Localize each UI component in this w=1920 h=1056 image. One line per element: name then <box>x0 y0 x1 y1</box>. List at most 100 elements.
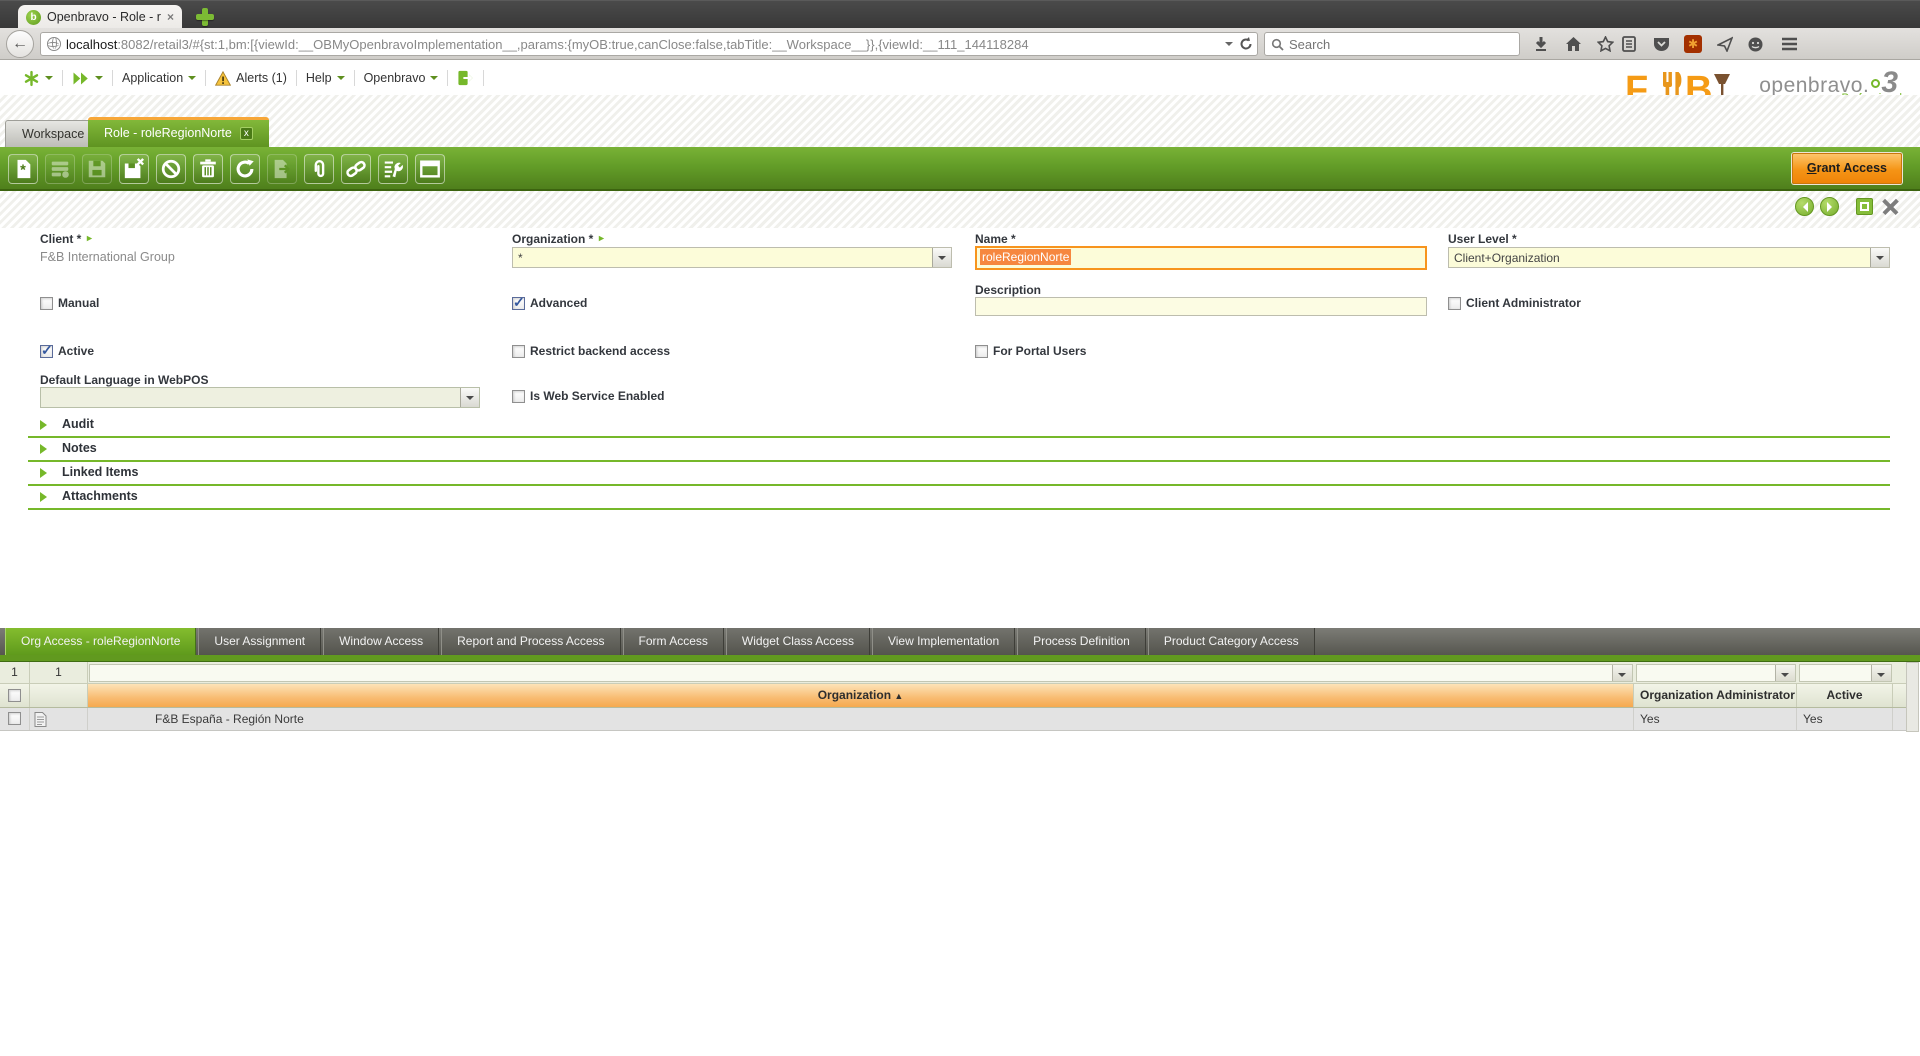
pocket-icon[interactable] <box>1648 31 1674 57</box>
quick-launch-button[interactable] <box>63 68 112 88</box>
delete-button[interactable] <box>193 154 223 184</box>
tab-close-icon[interactable]: × <box>167 10 174 24</box>
browser-tab-title: Openbravo - Role - r... <box>47 10 161 24</box>
new-tab-button[interactable] <box>194 7 216 27</box>
organization-administrator-column-header[interactable]: Organization Administrator <box>1634 684 1797 707</box>
maximize-button[interactable] <box>1856 198 1873 215</box>
send-plane-icon[interactable] <box>1712 31 1738 57</box>
download-icon[interactable] <box>1528 31 1554 57</box>
previous-record-button[interactable] <box>1795 197 1814 216</box>
save-button[interactable] <box>82 154 112 184</box>
logout-door-icon <box>457 70 474 86</box>
organization-filter-input[interactable] <box>89 664 1633 682</box>
new-row-in-grid-button[interactable] <box>45 154 75 184</box>
favorites-widget-button[interactable] <box>14 68 62 88</box>
home-icon[interactable] <box>1560 31 1586 57</box>
alerts-button[interactable]: Alerts (1) <box>206 68 296 88</box>
active-column-header[interactable]: Active <box>1797 684 1893 707</box>
undo-button[interactable] <box>156 154 186 184</box>
dropdown-arrow-icon[interactable] <box>1870 248 1889 267</box>
tab-role-roleregionnorte[interactable]: Role - roleRegionNorte x <box>88 117 269 147</box>
name-input[interactable]: roleRegionNorte <box>975 246 1427 270</box>
section-attachments[interactable]: Attachments <box>28 486 1890 510</box>
filter-dropdown-icon[interactable] <box>1871 665 1891 681</box>
tab-workspace[interactable]: Workspace <box>5 120 101 147</box>
addon-gear-icon[interactable]: ✱ <box>1680 31 1706 57</box>
search-bar[interactable] <box>1264 32 1520 56</box>
is-web-service-enabled-checkbox[interactable] <box>512 390 525 403</box>
search-input[interactable] <box>1289 37 1489 52</box>
section-linked-items[interactable]: Linked Items <box>28 462 1890 486</box>
expand-triangle-icon <box>40 492 52 502</box>
close-form-button[interactable] <box>1882 198 1899 215</box>
client-administrator-checkbox[interactable] <box>1448 297 1461 310</box>
attachment-button[interactable] <box>304 154 334 184</box>
reader-list-icon[interactable] <box>1616 31 1642 57</box>
toggle-view-button[interactable] <box>415 154 445 184</box>
dropdown-arrow-icon[interactable] <box>932 248 951 267</box>
tab-close-icon[interactable]: x <box>240 127 253 140</box>
menu-openbravo[interactable]: Openbravo <box>355 68 448 88</box>
audit-trail-button[interactable] <box>378 154 408 184</box>
child-tab-process-definition[interactable]: Process Definition <box>1017 628 1146 655</box>
child-tab-form-access[interactable]: Form Access <box>623 628 724 655</box>
description-input[interactable] <box>975 297 1427 316</box>
back-button[interactable]: ← <box>6 30 34 58</box>
child-tab-window-access[interactable]: Window Access <box>323 628 439 655</box>
reload-icon[interactable] <box>1239 37 1253 51</box>
grant-access-button[interactable]: Grant Access <box>1792 153 1902 184</box>
chevron-down-icon <box>95 76 103 84</box>
default-language-webpos-input[interactable] <box>40 387 480 408</box>
browser-tab[interactable]: b Openbravo - Role - r... × <box>18 5 182 29</box>
link-icon[interactable] <box>85 234 94 243</box>
user-level-input[interactable]: Client+Organization <box>1448 247 1890 268</box>
restrict-backend-access-checkbox[interactable] <box>512 345 525 358</box>
child-tab-org-access[interactable]: Org Access - roleRegionNorte <box>5 628 196 655</box>
organization-column-header[interactable]: Organization ▲ <box>88 684 1634 707</box>
filter-dropdown-icon[interactable] <box>1612 665 1632 681</box>
logout-button[interactable] <box>448 68 483 88</box>
organization-administrator-filter-input[interactable] <box>1636 664 1796 682</box>
dropdown-arrow-icon[interactable] <box>460 388 479 407</box>
grid-scrollbar[interactable] <box>1906 662 1919 732</box>
select-all-checkbox[interactable] <box>8 689 21 702</box>
bookmark-star-icon[interactable] <box>1592 31 1618 57</box>
for-portal-users-checkbox[interactable] <box>975 345 988 358</box>
save-and-close-button[interactable] <box>119 154 149 184</box>
advanced-field: Advanced <box>512 296 587 310</box>
manual-checkbox[interactable] <box>40 297 53 310</box>
for-portal-users-field: For Portal Users <box>975 344 1086 358</box>
filter-dropdown-icon[interactable] <box>1775 665 1795 681</box>
child-tab-user-assignment[interactable]: User Assignment <box>198 628 321 655</box>
grid-row-fb-espana-region-norte[interactable]: F&B España - Región Norte Yes Yes <box>0 708 1906 731</box>
advanced-checkbox[interactable] <box>512 297 525 310</box>
url-bar[interactable]: localhost :8082/retail3/#{st:1,bm:[{view… <box>40 32 1258 56</box>
child-tab-view-implementation[interactable]: View Implementation <box>872 628 1015 655</box>
warning-triangle-icon <box>215 71 231 86</box>
org-access-grid: 1 1 Organization ▲ Organization Administ… <box>0 662 1920 731</box>
child-tabbar: Org Access - roleRegionNorte User Assign… <box>0 628 1920 655</box>
link-icon[interactable] <box>597 234 606 243</box>
child-tab-report-process-access[interactable]: Report and Process Access <box>441 628 620 655</box>
record-toolbar: * Grant Access <box>0 147 1920 191</box>
child-tab-product-category-access[interactable]: Product Category Access <box>1148 628 1315 655</box>
link-button[interactable] <box>341 154 371 184</box>
smiley-icon[interactable] <box>1742 31 1768 57</box>
active-checkbox[interactable] <box>40 345 53 358</box>
active-filter-input[interactable] <box>1799 664 1892 682</box>
organization-input[interactable]: * <box>512 247 952 268</box>
menu-help[interactable]: Help <box>297 68 354 88</box>
client-administrator-field: Client Administrator <box>1448 296 1581 310</box>
section-audit[interactable]: Audit <box>28 414 1890 438</box>
new-record-button[interactable]: * <box>8 154 38 184</box>
menu-application[interactable]: Application <box>113 68 205 88</box>
menu-hamburger-icon[interactable] <box>1776 31 1802 57</box>
row-select-checkbox[interactable] <box>8 712 21 725</box>
child-tab-widget-class-access[interactable]: Widget Class Access <box>726 628 870 655</box>
section-notes[interactable]: Notes <box>28 438 1890 462</box>
refresh-button[interactable] <box>230 154 260 184</box>
export-button[interactable] <box>267 154 297 184</box>
expand-triangle-icon <box>40 420 52 430</box>
url-dropdown-icon[interactable] <box>1225 42 1233 50</box>
next-record-button[interactable] <box>1820 197 1839 216</box>
